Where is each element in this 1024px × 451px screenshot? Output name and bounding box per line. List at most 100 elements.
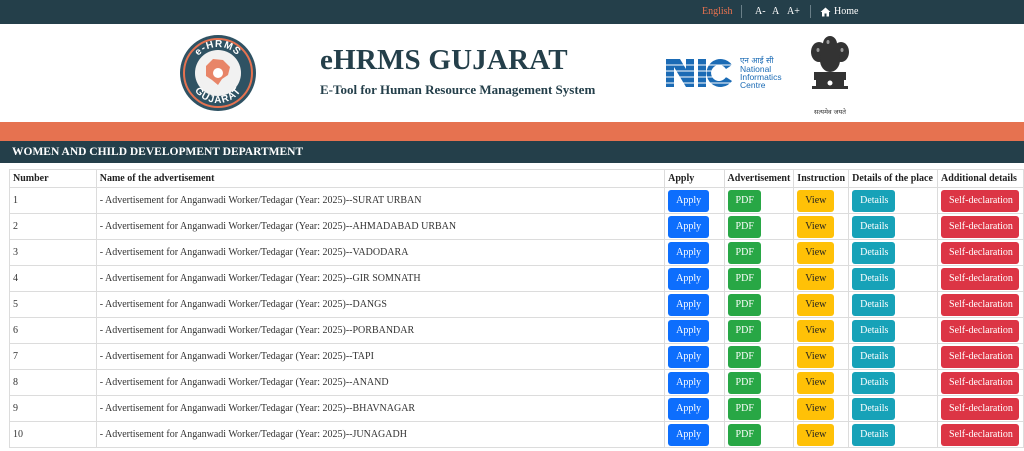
- additional-cell: Self-declaration: [937, 239, 1024, 266]
- header-apply: Apply: [664, 169, 725, 188]
- department-bar: WOMEN AND CHILD DEVELOPMENT DEPARTMENT: [0, 141, 1024, 163]
- apply-button[interactable]: Apply: [668, 215, 710, 238]
- additional-cell: Self-declaration: [937, 369, 1024, 396]
- apply-button[interactable]: Apply: [668, 241, 710, 264]
- additional-cell: Self-declaration: [937, 291, 1024, 318]
- details-button[interactable]: Details: [852, 319, 896, 342]
- advertisement-cell: PDF: [723, 213, 795, 240]
- pdf-button[interactable]: PDF: [727, 293, 761, 316]
- details-button[interactable]: Details: [852, 189, 896, 212]
- advertisement-name: - Advertisement for Anganwadi Worker/Ted…: [95, 187, 666, 214]
- self-declaration-button[interactable]: Self-declaration: [941, 241, 1020, 264]
- apply-cell: Apply: [664, 369, 725, 396]
- apply-button[interactable]: Apply: [668, 319, 710, 342]
- row-number: 5: [9, 291, 97, 318]
- home-link[interactable]: Home: [820, 6, 858, 17]
- nic-line3: Centre: [740, 80, 766, 90]
- details-button[interactable]: Details: [852, 293, 896, 316]
- pdf-button[interactable]: PDF: [727, 371, 761, 394]
- details-button[interactable]: Details: [852, 215, 896, 238]
- apply-cell: Apply: [664, 317, 725, 344]
- advertisement-cell: PDF: [723, 395, 795, 422]
- view-button[interactable]: View: [797, 267, 835, 290]
- apply-cell: Apply: [664, 239, 725, 266]
- ehrms-logo: e-HRMS GUJARAT: [180, 35, 256, 111]
- page-title: eHRMS GUJARAT: [320, 44, 568, 76]
- font-decrease-button[interactable]: A-: [755, 6, 766, 17]
- font-normal-button[interactable]: A: [772, 6, 779, 17]
- details-cell: Details: [848, 369, 939, 396]
- details-cell: Details: [848, 239, 939, 266]
- self-declaration-button[interactable]: Self-declaration: [941, 267, 1020, 290]
- apply-cell: Apply: [664, 421, 725, 448]
- advertisement-cell: PDF: [723, 265, 795, 292]
- self-declaration-button[interactable]: Self-declaration: [941, 345, 1020, 368]
- apply-button[interactable]: Apply: [668, 267, 710, 290]
- row-number: 6: [9, 317, 97, 344]
- advertisement-name: - Advertisement for Anganwadi Worker/Ted…: [95, 291, 666, 318]
- top-bar: English A- A A+ Home: [0, 0, 1024, 24]
- pdf-button[interactable]: PDF: [727, 267, 761, 290]
- row-number: 7: [9, 343, 97, 370]
- details-button[interactable]: Details: [852, 397, 896, 420]
- instruction-cell: View: [793, 395, 850, 422]
- table-row: 4- Advertisement for Anganwadi Worker/Te…: [9, 265, 1024, 292]
- apply-cell: Apply: [664, 395, 725, 422]
- additional-cell: Self-declaration: [937, 395, 1024, 422]
- apply-button[interactable]: Apply: [668, 423, 710, 446]
- pdf-button[interactable]: PDF: [727, 215, 761, 238]
- details-button[interactable]: Details: [852, 371, 896, 394]
- language-link[interactable]: English: [702, 6, 733, 17]
- table-row: 5- Advertisement for Anganwadi Worker/Te…: [9, 291, 1024, 318]
- apply-button[interactable]: Apply: [668, 371, 710, 394]
- additional-cell: Self-declaration: [937, 343, 1024, 370]
- self-declaration-button[interactable]: Self-declaration: [941, 215, 1020, 238]
- advertisement-cell: PDF: [723, 239, 795, 266]
- details-cell: Details: [848, 213, 939, 240]
- view-button[interactable]: View: [797, 215, 835, 238]
- pdf-button[interactable]: PDF: [727, 397, 761, 420]
- self-declaration-button[interactable]: Self-declaration: [941, 397, 1020, 420]
- apply-button[interactable]: Apply: [668, 293, 710, 316]
- details-button[interactable]: Details: [852, 267, 896, 290]
- pdf-button[interactable]: PDF: [727, 345, 761, 368]
- additional-cell: Self-declaration: [937, 421, 1024, 448]
- view-button[interactable]: View: [797, 319, 835, 342]
- pdf-button[interactable]: PDF: [727, 241, 761, 264]
- details-button[interactable]: Details: [852, 345, 896, 368]
- view-button[interactable]: View: [797, 397, 835, 420]
- view-button[interactable]: View: [797, 293, 835, 316]
- pdf-button[interactable]: PDF: [727, 423, 761, 446]
- self-declaration-button[interactable]: Self-declaration: [941, 293, 1020, 316]
- header-details-place: Details of the place: [848, 169, 939, 188]
- self-declaration-button[interactable]: Self-declaration: [941, 319, 1020, 342]
- view-button[interactable]: View: [797, 345, 835, 368]
- apply-button[interactable]: Apply: [668, 397, 710, 420]
- view-button[interactable]: View: [797, 423, 835, 446]
- state-emblem: सत्यमेव जयते: [811, 36, 849, 116]
- additional-cell: Self-declaration: [937, 317, 1024, 344]
- apply-button[interactable]: Apply: [668, 189, 710, 212]
- table-body: 1- Advertisement for Anganwadi Worker/Te…: [9, 187, 1024, 448]
- self-declaration-button[interactable]: Self-declaration: [941, 371, 1020, 394]
- pdf-button[interactable]: PDF: [727, 319, 761, 342]
- self-declaration-button[interactable]: Self-declaration: [941, 189, 1020, 212]
- view-button[interactable]: View: [797, 241, 835, 264]
- self-declaration-button[interactable]: Self-declaration: [941, 423, 1020, 446]
- table-row: 2- Advertisement for Anganwadi Worker/Te…: [9, 213, 1024, 240]
- instruction-cell: View: [793, 421, 850, 448]
- font-increase-button[interactable]: A+: [787, 6, 800, 17]
- advertisement-name: - Advertisement for Anganwadi Worker/Ted…: [95, 213, 666, 240]
- details-cell: Details: [848, 265, 939, 292]
- details-cell: Details: [848, 395, 939, 422]
- department-title: WOMEN AND CHILD DEVELOPMENT DEPARTMENT: [12, 146, 304, 158]
- details-button[interactable]: Details: [852, 423, 896, 446]
- apply-button[interactable]: Apply: [668, 345, 710, 368]
- page-subtitle: E-Tool for Human Resource Management Sys…: [320, 82, 596, 97]
- pdf-button[interactable]: PDF: [727, 189, 761, 212]
- view-button[interactable]: View: [797, 371, 835, 394]
- view-button[interactable]: View: [797, 189, 835, 212]
- advertisement-name: - Advertisement for Anganwadi Worker/Ted…: [95, 421, 666, 448]
- details-button[interactable]: Details: [852, 241, 896, 264]
- instruction-cell: View: [793, 239, 850, 266]
